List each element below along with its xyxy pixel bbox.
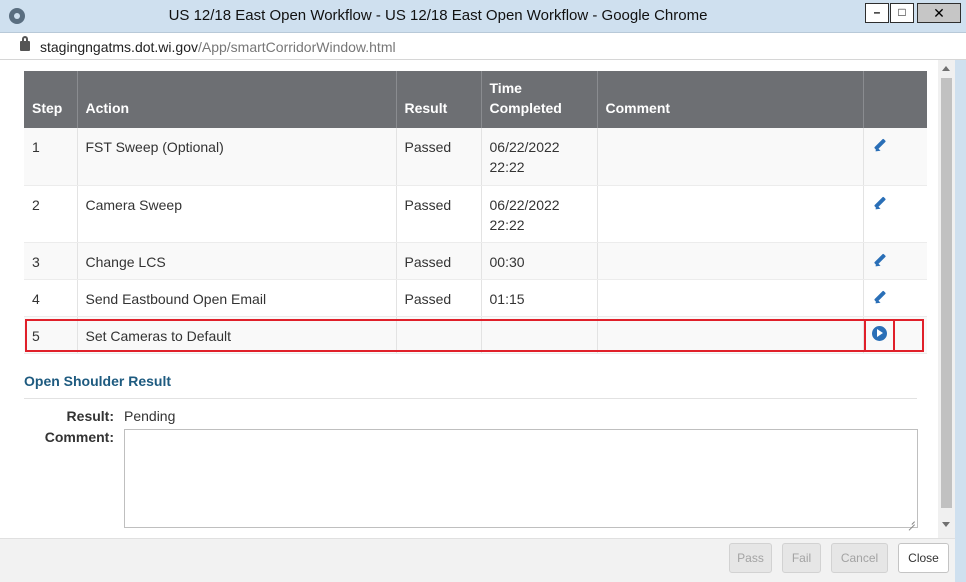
cancel-button[interactable]: Cancel [831, 543, 888, 573]
edit-pencil-icon[interactable] [872, 253, 888, 269]
table-row-current: 5 Set Cameras to Default [24, 316, 927, 354]
header-result: Result [396, 71, 482, 128]
header-step: Step [24, 71, 78, 128]
cell-step: 4 [24, 279, 78, 317]
resize-grip-icon[interactable] [906, 516, 916, 526]
dialog-footer: Pass Fail Cancel Close [0, 538, 955, 582]
table-row: 3 Change LCS Passed 00:30 [24, 242, 927, 280]
cell-time-value: 00:30 [489, 253, 525, 270]
cell-action: FST Sweep (Optional) [77, 128, 397, 186]
cell-edit [863, 279, 927, 317]
cell-step: 5 [24, 316, 78, 354]
cell-time-completed [481, 316, 598, 354]
scroll-down-icon[interactable] [942, 522, 950, 527]
cell-result: Passed [396, 242, 482, 280]
cell-time-completed: 01:15 [481, 279, 598, 317]
edit-pencil-icon[interactable] [872, 138, 888, 154]
cell-action: Camera Sweep [77, 185, 397, 243]
vertical-scrollbar[interactable] [938, 60, 955, 538]
workflow-content: Step Action Result Time Completed Comment… [0, 60, 938, 538]
comment-textarea[interactable] [124, 429, 918, 528]
url-path: /App/smartCorridorWindow.html [197, 39, 396, 55]
pass-button[interactable]: Pass [729, 543, 772, 573]
cell-time-value: 01:15 [489, 290, 525, 307]
cell-action: Change LCS [77, 242, 397, 280]
cell-action: Set Cameras to Default [77, 316, 397, 354]
close-button[interactable]: Close [898, 543, 949, 573]
table-row: 1 FST Sweep (Optional) Passed 06/22/2022… [24, 128, 927, 186]
header-time-line2: Completed [489, 100, 562, 116]
cell-time-date: 06/22/2022 [489, 196, 560, 213]
section-title: Open Shoulder Result [24, 373, 172, 389]
fail-button[interactable]: Fail [782, 543, 821, 573]
workflow-steps-table: Step Action Result Time Completed Comment… [24, 71, 927, 354]
play-circle-icon[interactable] [871, 325, 887, 341]
cell-time-clock: 22:22 [489, 216, 525, 233]
cell-time-completed: 06/22/2022 22:22 [481, 185, 598, 243]
maximize-button[interactable]: □ [890, 3, 914, 23]
cell-step: 3 [24, 242, 78, 280]
cell-result: Passed [396, 128, 482, 186]
cell-step: 1 [24, 128, 78, 186]
cell-time-clock: 22:22 [489, 159, 525, 175]
section-divider [24, 398, 917, 399]
url-text[interactable]: stagingngatms.dot.wi.gov/App/smartCorrid… [40, 39, 396, 55]
cell-comment [597, 242, 864, 280]
cell-time-completed: 00:30 [481, 242, 598, 280]
cell-time-date: 06/22/2022 [489, 139, 560, 155]
cell-run [863, 316, 927, 354]
edit-pencil-icon[interactable] [872, 290, 888, 306]
header-time-completed: Time Completed [481, 71, 598, 128]
cell-result [396, 316, 482, 354]
scroll-up-icon[interactable] [942, 66, 950, 71]
cell-edit [863, 185, 927, 243]
window-titlebar: US 12/18 East Open Workflow - US 12/18 E… [0, 0, 966, 33]
window-frame-edge [955, 60, 966, 582]
edit-pencil-icon[interactable] [872, 196, 888, 212]
cell-result: Passed [396, 279, 482, 317]
cell-comment [597, 279, 864, 317]
browser-app-icon [9, 8, 25, 24]
close-window-button[interactable]: ✕ [917, 3, 961, 23]
table-row: 2 Camera Sweep Passed 06/22/2022 22:22 [24, 185, 927, 243]
cell-step: 2 [24, 185, 78, 243]
header-action: Action [77, 71, 397, 128]
header-comment: Comment [597, 71, 864, 128]
address-bar[interactable]: stagingngatms.dot.wi.gov/App/smartCorrid… [0, 33, 966, 60]
result-value: Pending [124, 408, 176, 424]
cell-comment [597, 316, 864, 354]
cell-time-completed: 06/22/2022 22:22 [481, 128, 598, 186]
cell-comment [597, 185, 864, 243]
cell-edit [863, 128, 927, 186]
minimize-button[interactable]: – [865, 3, 889, 23]
result-label: Result: [66, 408, 114, 424]
cell-edit [863, 242, 927, 280]
table-row: 4 Send Eastbound Open Email Passed 01:15 [24, 279, 927, 317]
cell-action: Send Eastbound Open Email [77, 279, 397, 317]
header-time-line1: Time [489, 80, 522, 96]
scrollbar-thumb[interactable] [941, 78, 952, 508]
comment-label: Comment: [44, 429, 114, 445]
cell-result: Passed [396, 185, 482, 243]
window-title: US 12/18 East Open Workflow - US 12/18 E… [168, 7, 708, 24]
table-header-row: Step Action Result Time Completed Comment [24, 71, 927, 128]
lock-icon [20, 36, 30, 51]
cell-comment [597, 128, 864, 186]
header-actions [863, 71, 927, 128]
url-host: stagingngatms.dot.wi.gov [40, 39, 198, 55]
